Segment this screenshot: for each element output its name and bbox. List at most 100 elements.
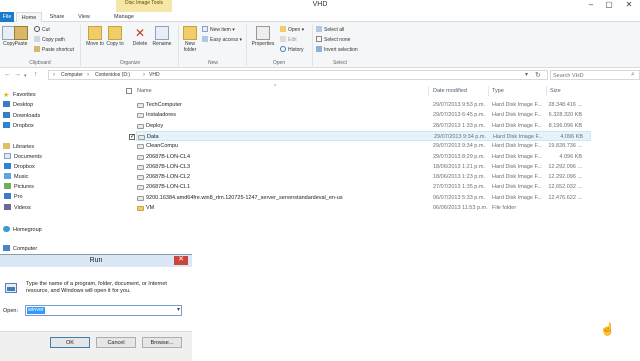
nav-pro[interactable]: Pro [4, 192, 23, 202]
column-divider[interactable] [488, 86, 489, 96]
search-box[interactable]: ⌕ [550, 70, 640, 80]
forward-icon[interactable]: → [14, 71, 21, 78]
tab-view[interactable]: View [74, 12, 94, 22]
row-checkbox[interactable]: ✓ [129, 134, 135, 140]
nav-dropbox[interactable]: Dropbox [3, 121, 34, 131]
group-divider [246, 25, 247, 66]
run-description: Type the name of a program, folder, docu… [26, 281, 167, 294]
run-command-combobox[interactable]: winver ▾ [25, 305, 182, 316]
close-icon[interactable]: ✕ [174, 256, 188, 265]
select-none-button[interactable]: Select none [316, 36, 350, 44]
file-size: 12.476.622 ... [548, 195, 582, 201]
disk-image-icon [137, 113, 144, 118]
recent-locations-icon[interactable]: ▾ [24, 73, 27, 79]
select-all-checkbox[interactable] [126, 88, 132, 94]
run-command-input[interactable]: winver [27, 307, 45, 314]
window-title: VHD [312, 1, 328, 8]
minimize-icon[interactable]: – [582, 0, 600, 10]
breadcrumb-drive[interactable]: Contenidos (D:) [95, 71, 130, 79]
new-folder-button[interactable]: New folder [180, 26, 200, 53]
open-icon [280, 26, 286, 32]
nav-downloads[interactable]: Downloads [3, 111, 40, 121]
file-row[interactable]: 9200.16384.amd64fre.win8_rtm.120725-1247… [136, 193, 591, 203]
new-item-button[interactable]: New item ▾ [202, 26, 235, 34]
back-icon[interactable]: ← [4, 71, 11, 78]
paste-button[interactable]: Paste [12, 26, 30, 47]
history-button[interactable]: History [280, 46, 304, 54]
dropbox-icon [3, 122, 10, 128]
move-to-button[interactable]: Move to [86, 26, 104, 47]
breadcrumb-vhd[interactable]: VHD [149, 71, 160, 79]
properties-button[interactable]: Properties [250, 26, 276, 47]
browse-button[interactable]: Browse... [142, 337, 182, 348]
file-row[interactable]: CleanCompu 29/07/2013 9:34 p.m. Hard Disk … [136, 141, 591, 151]
file-type: Hard Disk Image F... [492, 102, 542, 108]
close-icon[interactable]: ✕ [620, 0, 638, 10]
dropbox-icon [4, 163, 11, 169]
edit-button[interactable]: Edit [280, 36, 297, 44]
file-size: 12.292.096 ... [548, 164, 582, 170]
file-date: 18/06/2013 1:23 p.m. [433, 174, 485, 180]
easy-access-button[interactable]: Easy access ▾ [202, 36, 242, 44]
disk-image-icon [137, 144, 144, 149]
run-title-bar[interactable]: Run ✕ [0, 255, 192, 267]
address-bar[interactable]: › Computer › Contenidos (D:) › VHD ▾ ↻ [48, 70, 548, 80]
delete-button[interactable]: ✕ Delete [131, 26, 149, 47]
copy-to-button[interactable]: Copy to [106, 26, 124, 47]
nav-lib-dropbox[interactable]: Dropbox [4, 162, 35, 172]
file-row[interactable]: 20687B-LON-CL2 18/06/2013 1:23 p.m. Hard D… [136, 172, 591, 182]
column-header-name[interactable]: Name [137, 88, 152, 94]
file-row[interactable]: Deploy 28/07/2013 1:33 p.m. Hard Disk Imag… [136, 121, 591, 131]
downloads-icon [3, 112, 10, 118]
nav-libraries[interactable]: Libraries [3, 142, 34, 152]
documents-icon [4, 153, 11, 159]
select-all-button[interactable]: Select all [316, 26, 344, 34]
column-divider[interactable] [546, 86, 547, 96]
tab-manage[interactable]: Manage [110, 12, 138, 22]
rename-button[interactable]: Rename [151, 26, 173, 47]
file-row[interactable]: 20687B-LON-CL1 27/07/2013 1:35 p.m. Hard D… [136, 182, 591, 192]
chevron-down-icon[interactable]: ▾ [177, 306, 180, 313]
chevron-right-icon: › [143, 72, 145, 78]
breadcrumb-computer[interactable]: Computer [61, 71, 83, 79]
column-header-date[interactable]: Date modified [433, 88, 467, 94]
nav-favorites[interactable]: ★ Favorites [3, 90, 36, 100]
file-row[interactable]: ✓ Data 29/07/2013 9:34 p.m. Hard Disk Image… [129, 131, 591, 141]
nav-music[interactable]: Music [4, 172, 28, 182]
invert-selection-button[interactable]: Invert selection [316, 46, 358, 54]
nav-homegroup[interactable]: Homegroup [3, 225, 42, 235]
refresh-icon[interactable]: ↻ [535, 71, 541, 79]
cut-button[interactable]: Cut [34, 26, 50, 34]
search-input[interactable] [553, 72, 627, 79]
tab-file[interactable]: File [0, 12, 14, 22]
scissors-icon [34, 26, 40, 32]
cancel-button[interactable]: Cancel [96, 337, 136, 348]
file-row[interactable]: Instaladores 29/07/2013 6:45 p.m. Hard Dis… [136, 110, 591, 120]
nav-pictures[interactable]: Pictures [4, 182, 34, 192]
up-icon[interactable]: ↑ [34, 71, 38, 78]
dropdown-icon[interactable]: ▾ [525, 71, 528, 78]
nav-videos[interactable]: Videos [4, 203, 31, 213]
file-type: Hard Disk Image F... [492, 112, 542, 118]
nav-computer[interactable]: Computer [3, 244, 37, 254]
paste-shortcut-button[interactable]: Paste shortcut [34, 46, 74, 54]
copy-path-button[interactable]: Copy path [34, 36, 65, 44]
tab-share[interactable]: Share [46, 12, 68, 22]
file-row[interactable]: 20687B-LON-CL4 29/07/2013 8:29 p.m. Hard D… [136, 152, 591, 162]
ok-button[interactable]: OK [50, 337, 90, 348]
maximize-icon[interactable]: ▢ [600, 0, 618, 10]
column-header-type[interactable]: Type [492, 88, 504, 94]
file-row[interactable]: VM 06/06/2013 11:53 p.m. File folder [136, 203, 591, 213]
nav-desktop[interactable]: Desktop [3, 100, 33, 110]
edit-icon [280, 36, 286, 42]
run-app-icon [5, 283, 17, 293]
file-row[interactable]: TechComputer 29/07/2013 9:53 p.m. Hard Dis… [136, 100, 591, 110]
run-body: Type the name of a program, folder, docu… [0, 267, 192, 333]
column-divider[interactable] [428, 86, 429, 96]
file-row[interactable]: 20687B-LON-CL3 18/06/2013 1:21 p.m. Hard D… [136, 162, 591, 172]
move-folder-icon [88, 26, 102, 40]
tab-home[interactable]: Home [16, 12, 42, 22]
column-header-size[interactable]: Size [550, 88, 561, 94]
open-button[interactable]: Open ▾ [280, 26, 304, 34]
nav-documents[interactable]: Documents [4, 152, 42, 162]
